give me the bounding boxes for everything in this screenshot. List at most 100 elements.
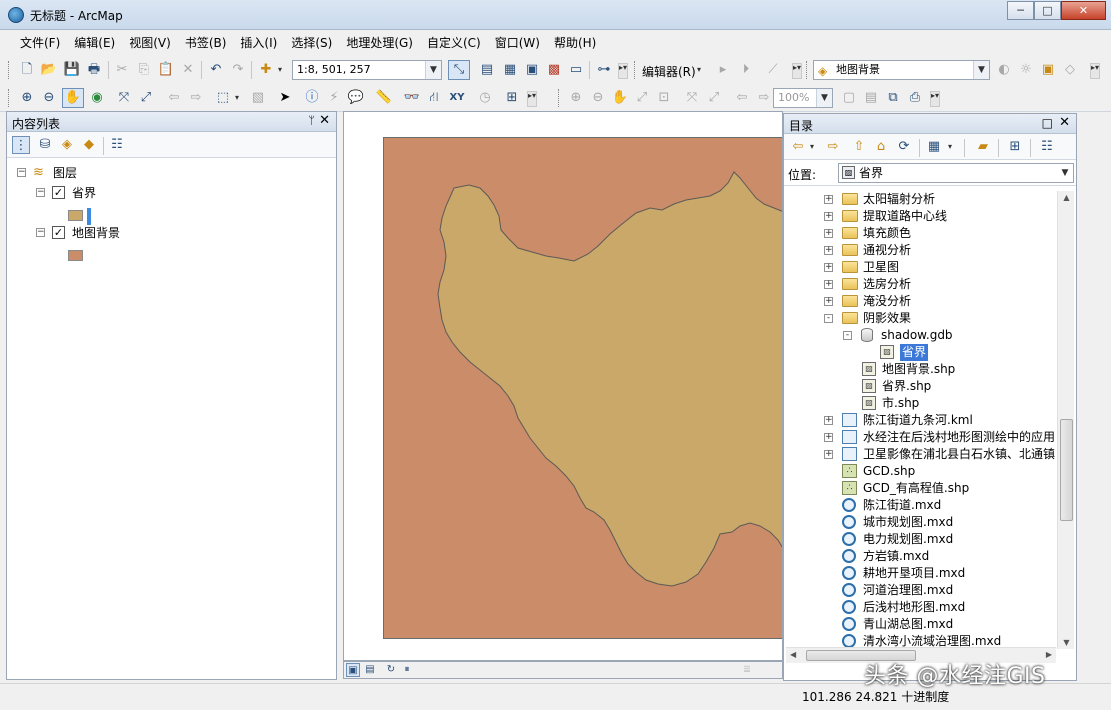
time-slider-icon[interactable]: ◷ <box>476 89 494 107</box>
expand-icon[interactable]: + <box>824 195 833 204</box>
expand-icon[interactable]: + <box>824 450 833 459</box>
layer-visibility-checkbox[interactable]: ✓ <box>52 226 65 239</box>
paste-icon[interactable]: 📋 <box>157 61 175 79</box>
pin-icon[interactable]: ᛘ <box>308 114 315 127</box>
expand-icon[interactable]: + <box>824 280 833 289</box>
open-folder-icon[interactable]: 📂 <box>40 61 58 79</box>
list-by-visibility-icon[interactable]: ◈ <box>58 136 76 154</box>
save-icon[interactable]: 💾 <box>63 61 81 79</box>
data-driven-pages-icon[interactable]: ⎙ <box>906 89 924 107</box>
scroll-grip-icon[interactable]: ⦙⦙⦙ <box>744 665 750 675</box>
select-features-icon[interactable]: ⬚ <box>214 89 232 107</box>
python-window-icon[interactable]: ▭ <box>567 61 585 79</box>
menu-selection[interactable]: 选择(S) <box>284 32 339 54</box>
collapse-icon[interactable]: − <box>36 188 45 197</box>
toolbar-grip[interactable] <box>634 61 637 79</box>
html-popup-icon[interactable]: 💬 <box>347 89 365 107</box>
pause-drawing-icon[interactable]: ⏸ <box>400 663 414 677</box>
chevron-down-icon[interactable]: ▼ <box>1057 164 1073 182</box>
menu-view[interactable]: 视图(V) <box>122 32 178 54</box>
toolbar-grip[interactable] <box>8 61 11 79</box>
refresh-icon[interactable]: ↻ <box>384 663 398 677</box>
toolbar-grip[interactable] <box>806 61 809 79</box>
options-icon[interactable]: ☷ <box>108 136 126 154</box>
delete-icon[interactable]: ✕ <box>179 61 197 79</box>
straight-segment-icon[interactable]: ⟋ <box>764 61 782 79</box>
copy-icon[interactable]: ⎘ <box>135 61 153 79</box>
toggle-tree-icon[interactable]: ⊞ <box>1006 138 1024 156</box>
zoom-out-icon[interactable]: ⊖ <box>40 89 58 107</box>
catalog-window-icon[interactable]: ▣ <box>523 61 541 79</box>
list-by-source-icon[interactable]: ⛁ <box>36 136 54 154</box>
find-binoculars-icon[interactable]: 👓 <box>403 89 421 107</box>
menu-insert[interactable]: 插入(I) <box>233 32 284 54</box>
edit-annotation-icon[interactable]: ⏵ <box>737 61 755 79</box>
add-data-icon[interactable]: ✚ <box>257 61 275 79</box>
go-to-xy-icon[interactable]: XY <box>448 89 466 107</box>
layout-fixed-zoom-out-icon[interactable]: ⤢ <box>705 89 723 107</box>
layer-item-provincial-boundary[interactable]: − ✓ 省界 <box>36 184 136 202</box>
scroll-down-icon[interactable]: ▼ <box>1058 638 1075 647</box>
close-button[interactable]: ✕ <box>1061 1 1106 20</box>
transparency-icon[interactable]: ▣ <box>1039 61 1057 79</box>
fixed-zoom-out-icon[interactable]: ⤢ <box>137 89 155 107</box>
layout-zoom-out-icon[interactable]: ⊖ <box>589 89 607 107</box>
map-view[interactable] <box>343 111 783 661</box>
identify-icon[interactable]: ⓘ <box>303 89 321 107</box>
new-document-icon[interactable]: 🗋 <box>18 61 36 79</box>
location-combo[interactable]: ▨ 省界 ▼ <box>838 163 1074 183</box>
create-viewer-icon[interactable]: ⊞ <box>503 89 521 107</box>
editor-dropdown-icon[interactable]: ▾ <box>694 61 704 79</box>
toolbar-overflow-icon[interactable]: ▸▾ <box>527 91 537 107</box>
toolbar-overflow-icon[interactable]: ▸▾ <box>792 63 802 79</box>
back-dropdown-icon[interactable]: ▾ <box>807 138 817 156</box>
toolbar-grip[interactable] <box>558 89 561 107</box>
back-extent-icon[interactable]: ⇦ <box>165 89 183 107</box>
collapse-icon[interactable]: - <box>843 331 852 340</box>
editor-toolbar-icon[interactable]: ⤡ <box>448 60 470 80</box>
expand-icon[interactable]: + <box>824 229 833 238</box>
layout-pan-icon[interactable]: ✋ <box>611 89 629 107</box>
forward-extent-icon[interactable]: ⇨ <box>187 89 205 107</box>
menu-windows[interactable]: 窗口(W) <box>488 32 547 54</box>
layer-symbol-swatch[interactable] <box>68 250 83 261</box>
catalog-options-icon[interactable]: ☷ <box>1038 138 1056 156</box>
forward-arrow-icon[interactable]: ⇨ <box>824 138 842 156</box>
layout-zoom-combo[interactable]: 100% ▼ <box>773 88 833 108</box>
chevron-down-icon[interactable]: ▼ <box>816 89 832 107</box>
measure-icon[interactable]: 📏 <box>375 89 393 107</box>
catalog-vertical-scrollbar[interactable]: ▲ ▼ <box>1057 191 1074 649</box>
expand-icon[interactable]: + <box>824 433 833 442</box>
select-elements-arrow-icon[interactable]: ➤ <box>276 89 294 107</box>
change-layout-icon[interactable]: ⧉ <box>884 89 902 107</box>
toolbar-overflow-icon[interactable]: ▸▾ <box>930 91 940 107</box>
expand-icon[interactable]: + <box>824 297 833 306</box>
chevron-down-icon[interactable]: ▼ <box>425 61 441 79</box>
back-arrow-icon[interactable]: ⇦ <box>789 138 807 156</box>
list-by-selection-icon[interactable]: ◆ <box>80 136 98 154</box>
refresh-icon[interactable]: ⟳ <box>895 138 913 156</box>
toolbar-grip[interactable] <box>8 89 11 107</box>
layer-item-map-background[interactable]: − ✓ 地图背景 <box>36 224 156 242</box>
expand-icon[interactable]: + <box>824 263 833 272</box>
find-route-icon[interactable]: ⛙ <box>425 89 443 107</box>
collapse-icon[interactable]: - <box>824 314 833 323</box>
clear-selection-icon[interactable]: ▧ <box>249 89 267 107</box>
undo-icon[interactable]: ↶ <box>207 61 225 79</box>
zoom-whole-page-icon[interactable]: ⤢ <box>633 89 651 107</box>
collapse-icon[interactable]: − <box>17 168 26 177</box>
scroll-right-icon[interactable]: ▶ <box>1046 650 1052 659</box>
cut-icon[interactable]: ✂ <box>113 61 131 79</box>
swipe-icon[interactable]: ◇ <box>1061 61 1079 79</box>
maximize-button[interactable]: □ <box>1034 1 1061 20</box>
layer-symbol-swatch[interactable] <box>68 210 83 221</box>
focus-data-frame-icon[interactable]: ▤ <box>862 89 880 107</box>
collapse-icon[interactable]: − <box>36 228 45 237</box>
edit-tool-icon[interactable]: ▸ <box>714 61 732 79</box>
menu-customize[interactable]: 自定义(C) <box>420 32 488 54</box>
add-data-dropdown-icon[interactable]: ▾ <box>275 61 285 79</box>
expand-icon[interactable]: + <box>824 212 833 221</box>
scrollbar-thumb[interactable] <box>1060 419 1073 521</box>
menu-edit[interactable]: 编辑(E) <box>67 32 122 54</box>
model-builder-icon[interactable]: ⊶ <box>595 61 613 79</box>
